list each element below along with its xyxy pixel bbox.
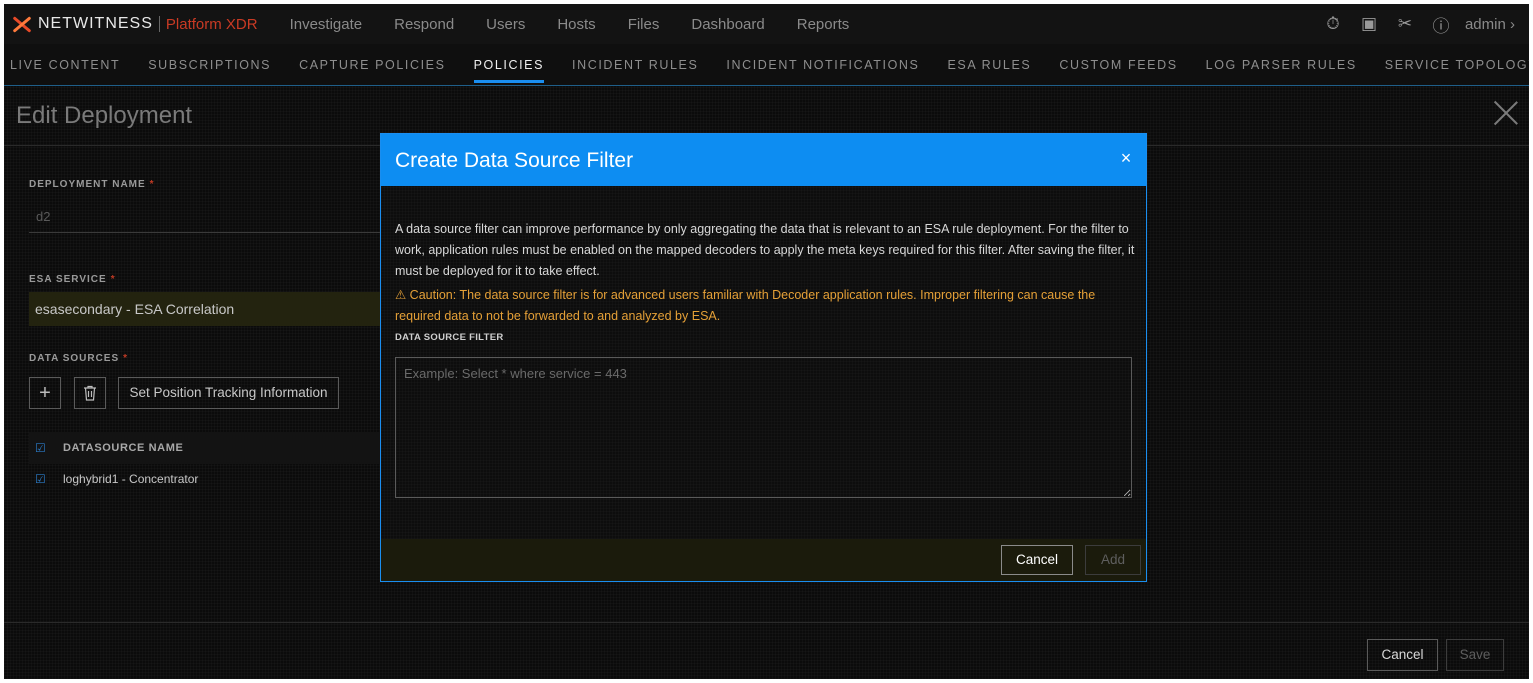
cancel-button[interactable]: Cancel (1367, 639, 1438, 671)
esa-service-select[interactable]: esasecondary - ESA Correlation (29, 292, 399, 326)
nav-reports[interactable]: Reports (797, 16, 850, 33)
tab-service-topology[interactable]: SERVICE TOPOLOGY (1385, 44, 1529, 86)
data-sources-label: DATA SOURCES * (29, 353, 129, 364)
deployment-name-field[interactable]: d2 (36, 209, 50, 224)
row-checkbox[interactable]: ☑ (35, 473, 47, 485)
delete-data-source-button[interactable] (74, 377, 106, 409)
trash-icon (84, 385, 96, 401)
tab-incident-notifications[interactable]: INCIDENT NOTIFICATIONS (726, 44, 919, 86)
dialog-header: Create Data Source Filter × (381, 134, 1146, 186)
brand-divider (158, 16, 160, 32)
save-button[interactable]: Save (1446, 639, 1504, 671)
tab-esa-rules[interactable]: ESA RULES (947, 44, 1031, 86)
nav-files[interactable]: Files (628, 16, 660, 33)
top-bar: NETWITNESS Platform XDR Investigate Resp… (4, 4, 1529, 44)
report-icon[interactable]: ▣ (1351, 14, 1387, 34)
dialog-body: A data source filter can improve perform… (395, 219, 1135, 343)
close-icon[interactable] (1493, 100, 1519, 126)
dialog-footer: Cancel Add (381, 539, 1146, 581)
deployment-name-underline (29, 232, 389, 233)
caution-message: ⚠ Caution: The data source filter is for… (395, 288, 1096, 323)
nav-respond[interactable]: Respond (394, 16, 454, 33)
nav-hosts[interactable]: Hosts (557, 16, 595, 33)
esa-service-label: ESA SERVICE * (29, 274, 116, 285)
tools-icon[interactable]: ✂ (1387, 14, 1423, 34)
dialog-add-button[interactable]: Add (1085, 545, 1141, 575)
main-nav: Investigate Respond Users Hosts Files Da… (290, 16, 882, 33)
sub-tab-bar: LIVE CONTENT SUBSCRIPTIONS CAPTURE POLIC… (4, 44, 1529, 86)
page-title: Edit Deployment (16, 102, 193, 129)
datasource-name-cell: loghybrid1 - Concentrator (63, 472, 199, 486)
table-header: ☑ DATASOURCE NAME (29, 432, 389, 464)
select-all-checkbox[interactable]: ☑ (35, 442, 47, 454)
dialog-cancel-button[interactable]: Cancel (1001, 545, 1073, 575)
add-data-source-button[interactable]: + (29, 377, 61, 409)
nav-users[interactable]: Users (486, 16, 525, 33)
user-label: admin (1464, 15, 1506, 33)
tab-policies[interactable]: POLICIES (473, 44, 545, 86)
create-data-source-filter-dialog: Create Data Source Filter × A data sourc… (380, 133, 1147, 582)
data-source-filter-label: DATA SOURCE FILTER (395, 332, 504, 343)
data-source-filter-input[interactable] (395, 357, 1132, 498)
column-datasource-name[interactable]: DATASOURCE NAME (63, 442, 183, 454)
brand-name: NETWITNESS (38, 15, 153, 32)
close-icon[interactable]: × (1116, 148, 1136, 169)
deployment-name-label: DEPLOYMENT NAME * (29, 179, 155, 190)
tab-subscriptions[interactable]: SUBSCRIPTIONS (148, 44, 271, 86)
table-row[interactable]: ☑ loghybrid1 - Concentrator (35, 472, 198, 486)
set-position-tracking-button[interactable]: Set Position Tracking Information (118, 377, 339, 409)
brand-logo[interactable]: NETWITNESS Platform XDR (12, 4, 258, 44)
nav-investigate[interactable]: Investigate (290, 16, 363, 33)
user-menu[interactable]: admin › (1465, 16, 1515, 33)
top-icon-group: ⏱ ▣ ✂ ⓘ admin › (1315, 4, 1529, 44)
stopwatch-icon[interactable]: ⏱ (1315, 14, 1351, 34)
nav-dashboard[interactable]: Dashboard (691, 16, 764, 33)
footer-divider (4, 622, 1529, 623)
app-window: NETWITNESS Platform XDR Investigate Resp… (4, 4, 1529, 679)
dialog-title: Create Data Source Filter (395, 149, 634, 172)
tab-log-parser-rules[interactable]: LOG PARSER RULES (1206, 44, 1357, 86)
tab-capture-policies[interactable]: CAPTURE POLICIES (299, 44, 445, 86)
brand-product: Platform XDR (165, 15, 258, 33)
help-icon[interactable]: ⓘ (1423, 12, 1459, 37)
netwitness-logo-icon (12, 14, 32, 34)
tab-custom-feeds[interactable]: CUSTOM FEEDS (1059, 44, 1177, 86)
tab-incident-rules[interactable]: INCIDENT RULES (572, 44, 698, 86)
dialog-description: A data source filter can improve perform… (395, 222, 1135, 278)
plus-icon: + (39, 382, 51, 404)
tab-live-content[interactable]: LIVE CONTENT (10, 44, 120, 86)
